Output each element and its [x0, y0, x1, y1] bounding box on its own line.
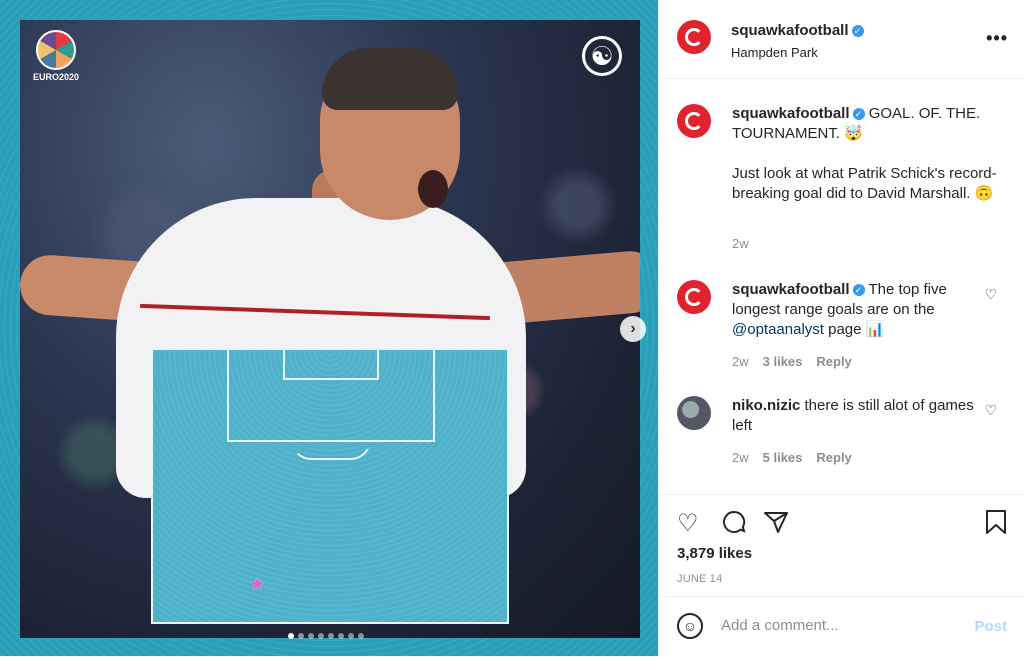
penalty-arc [291, 440, 371, 460]
action-bar: ♡ 3,879 likes JUNE 14 [659, 494, 1024, 597]
euro-ball-icon [36, 30, 76, 70]
comment-username[interactable]: squawkafootball [732, 281, 850, 298]
verified-badge-icon: ✓ [851, 25, 864, 37]
euro-logo-text: EURO2020 [32, 72, 80, 82]
shot-location-star-icon: ★ [249, 574, 266, 594]
carousel-dot [308, 633, 314, 639]
comment-avatar[interactable] [677, 280, 711, 314]
post-header: squawkafootball ✓ Hampden Park ••• [659, 0, 1024, 79]
squawka-logo-icon: ☯ [582, 36, 622, 76]
verified-badge-icon: ✓ [852, 284, 865, 296]
player-hair [322, 48, 458, 110]
squawka-logo-icon [685, 28, 703, 46]
post-comment-button[interactable]: Post [974, 618, 1007, 635]
carousel-dot [338, 633, 344, 639]
caption-time[interactable]: 2w [732, 236, 749, 251]
comment-text: squawkafootball ✓ The top five longest ra… [732, 280, 997, 340]
comment-username[interactable]: niko.nizic [732, 397, 800, 414]
player-mouth [418, 170, 448, 208]
comment-meta: 2w 3 likes Reply [732, 354, 852, 369]
heart-icon[interactable]: ♡ [677, 509, 699, 538]
caption-meta: 2w [732, 236, 749, 251]
caption-username[interactable]: squawkafootball [732, 105, 850, 122]
heart-icon[interactable]: ♡ [984, 286, 997, 303]
euro2020-logo: EURO2020 [32, 30, 80, 86]
comment-likes[interactable]: 5 likes [763, 450, 803, 465]
post-caption: squawkafootball ✓ GOAL. OF. THE. TOURNAME… [677, 102, 1007, 262]
reply-button[interactable]: Reply [816, 450, 851, 465]
next-image-button[interactable]: › [620, 316, 646, 342]
six-yard-box [283, 350, 379, 380]
more-options-icon[interactable]: ••• [986, 28, 1008, 49]
bookmark-icon[interactable] [985, 509, 1007, 542]
account-username[interactable]: squawkafootball [731, 22, 849, 39]
comment-icon[interactable] [721, 509, 747, 542]
squawka-logo-icon [685, 288, 703, 306]
carousel-dot [298, 633, 304, 639]
comment-item: niko.nizic there is still alot of games … [677, 394, 1007, 474]
carousel-dot [358, 633, 364, 639]
carousel-dot [328, 633, 334, 639]
heart-icon[interactable]: ♡ [984, 402, 997, 419]
carousel-dot [318, 633, 324, 639]
squawka-logo-icon [685, 112, 703, 130]
comment-meta: 2w 5 likes Reply [732, 450, 852, 465]
comment-time[interactable]: 2w [732, 354, 749, 369]
likes-count[interactable]: 3,879 likes [677, 545, 752, 562]
add-comment-bar: ☺ Post [659, 596, 1024, 657]
comment-item: squawkafootball ✓ The top five longest ra… [677, 278, 1007, 378]
caption-line2: Just look at what Patrik Schick's record… [732, 165, 997, 202]
comment-body-after: page 📊 [823, 321, 885, 338]
mention-link[interactable]: @optaanalyst [732, 321, 824, 338]
pitch-graphic: ★ [151, 348, 509, 624]
account-avatar[interactable] [677, 20, 711, 54]
post-date[interactable]: JUNE 14 [677, 573, 722, 585]
post-media: EURO2020 ☯ ★ › [0, 0, 658, 656]
carousel-dot [288, 633, 294, 639]
carousel-dot [348, 633, 354, 639]
chevron-right-icon: › [630, 320, 636, 337]
verified-badge-icon: ✓ [852, 108, 865, 120]
post-sidebar: squawkafootball ✓ Hampden Park ••• squawk… [658, 0, 1024, 656]
caption-avatar[interactable] [677, 104, 711, 138]
post-location[interactable]: Hampden Park [731, 45, 864, 60]
comment-text: niko.nizic there is still alot of games … [732, 396, 997, 436]
comment-avatar[interactable] [677, 396, 711, 430]
reply-button[interactable]: Reply [816, 354, 851, 369]
caption-text: squawkafootball ✓ GOAL. OF. THE. TOURNAME… [732, 104, 997, 204]
comment-likes[interactable]: 3 likes [763, 354, 803, 369]
header-user: squawkafootball ✓ Hampden Park [731, 22, 864, 60]
share-icon[interactable] [763, 509, 789, 542]
carousel-dots [288, 633, 364, 639]
comment-input[interactable] [721, 617, 951, 634]
comment-time[interactable]: 2w [732, 450, 749, 465]
emoji-icon[interactable]: ☺ [677, 613, 703, 639]
